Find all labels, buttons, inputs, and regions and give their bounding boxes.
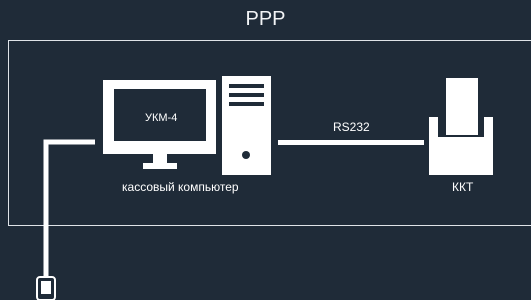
fiscal-printer-icon — [429, 76, 493, 175]
rs232-link-line — [278, 140, 424, 145]
monitor-icon — [103, 80, 216, 169]
terminal-label: УКМ-4 — [145, 112, 178, 124]
system-unit-icon — [222, 76, 271, 175]
computer-label: кассовый компьютер — [122, 180, 239, 194]
mobile-connection-line — [43, 139, 95, 280]
diagram-canvas — [36, 76, 493, 300]
link-label: RS232 — [333, 120, 370, 134]
mobile-device-icon — [36, 276, 56, 300]
printer-label: ККТ — [452, 180, 474, 194]
